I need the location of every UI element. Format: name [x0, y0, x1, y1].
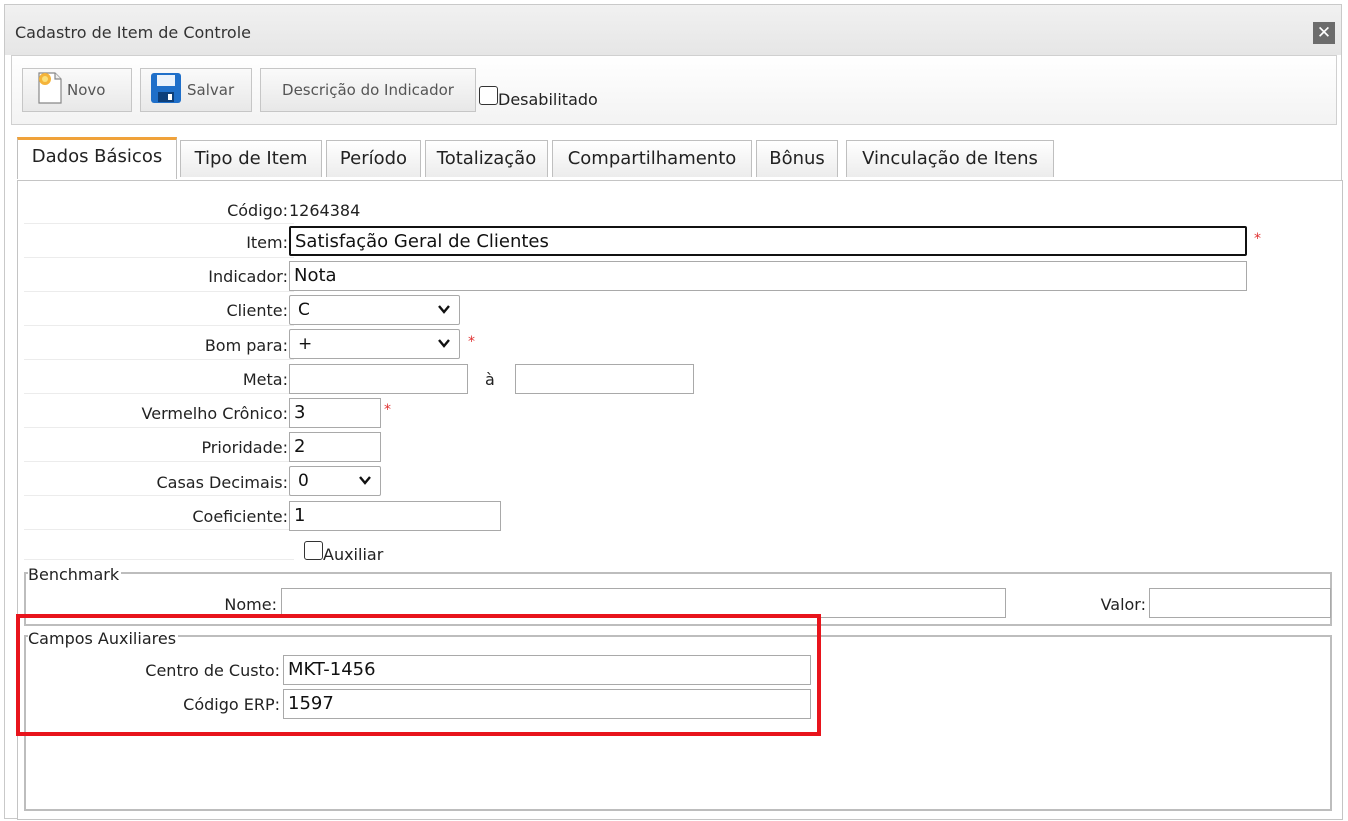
window-title: Cadastro de Item de Controle [15, 23, 252, 42]
save-label: Salvar [187, 81, 235, 99]
casas-decimais-select-value: 0 [298, 471, 309, 491]
item-input[interactable]: Satisfação Geral de Clientes [289, 226, 1247, 256]
benchmark-valor-input[interactable] [1149, 588, 1331, 618]
coeficiente-label: Coeficiente: [192, 507, 288, 526]
disabled-checkbox-group[interactable]: Desabilitado [479, 82, 598, 109]
codigo-label: Código: [227, 201, 288, 220]
chevron-down-icon [438, 339, 450, 348]
chevron-down-icon [359, 476, 371, 485]
floppy-disk-icon [149, 71, 183, 109]
cliente-select[interactable]: C [289, 295, 460, 325]
tab-bonus[interactable]: Bônus [756, 140, 838, 177]
coeficiente-input[interactable]: 1 [289, 501, 501, 531]
chevron-down-icon [438, 305, 450, 314]
tab-periodo[interactable]: Período [326, 140, 421, 177]
meta-to-input[interactable] [515, 364, 694, 394]
auxiliar-label: Auxiliar [323, 545, 384, 564]
casas-decimais-select[interactable]: 0 [289, 466, 381, 496]
indicator-description-button[interactable]: Descrição do Indicador [260, 68, 476, 112]
toolbar: Novo Salvar Descrição do Indicador Desab… [11, 55, 1337, 125]
vermelho-cronico-required-mark: * [384, 402, 391, 418]
prioridade-input[interactable]: 2 [289, 432, 381, 462]
indicador-label: Indicador: [208, 267, 288, 286]
indicator-description-label: Descrição do Indicador [282, 81, 454, 99]
bom-para-select-value: + [298, 334, 313, 354]
tab-tipo-de-item[interactable]: Tipo de Item [180, 140, 322, 177]
meta-label: Meta: [242, 370, 288, 389]
new-label: Novo [67, 81, 106, 99]
indicador-input[interactable]: Nota [289, 261, 1247, 291]
meta-from-input[interactable] [289, 364, 468, 394]
benchmark-legend: Benchmark [28, 565, 122, 584]
auxiliar-checkbox[interactable] [304, 541, 323, 560]
new-button[interactable]: Novo [22, 68, 132, 112]
tab-compartilhamento[interactable]: Compartilhamento [552, 140, 752, 177]
tab-totalizacao[interactable]: Totalização [425, 140, 548, 177]
item-required-mark: * [1254, 231, 1261, 247]
save-button[interactable]: Salvar [140, 68, 252, 112]
casas-decimais-label: Casas Decimais: [156, 473, 288, 492]
highlight-box [16, 614, 821, 736]
disabled-label: Desabilitado [498, 90, 598, 109]
meta-separator: à [485, 370, 495, 389]
tab-vinculacao-de-itens[interactable]: Vinculação de Itens [846, 140, 1054, 177]
vermelho-cronico-input[interactable]: 3 [289, 398, 381, 428]
cliente-select-value: C [298, 300, 310, 320]
item-label: Item: [246, 233, 288, 252]
vermelho-cronico-label: Vermelho Crônico: [141, 404, 288, 423]
tab-dados-basicos[interactable]: Dados Básicos [17, 137, 177, 179]
benchmark-valor-label: Valor: [1100, 595, 1146, 614]
disabled-checkbox[interactable] [479, 86, 498, 105]
benchmark-nome-label: Nome: [224, 595, 277, 614]
prioridade-label: Prioridade: [201, 438, 288, 457]
auxiliar-checkbox-group[interactable]: Auxiliar [304, 537, 383, 564]
codigo-value: 1264384 [289, 201, 361, 220]
bom-para-required-mark: * [468, 334, 475, 350]
title-bar[interactable]: Cadastro de Item de Controle ✕ [5, 5, 1341, 55]
cliente-label: Cliente: [226, 301, 288, 320]
bom-para-select[interactable]: + [289, 329, 460, 359]
close-icon[interactable]: ✕ [1313, 22, 1335, 44]
new-document-icon [37, 71, 63, 109]
bom-para-label: Bom para: [204, 336, 288, 355]
